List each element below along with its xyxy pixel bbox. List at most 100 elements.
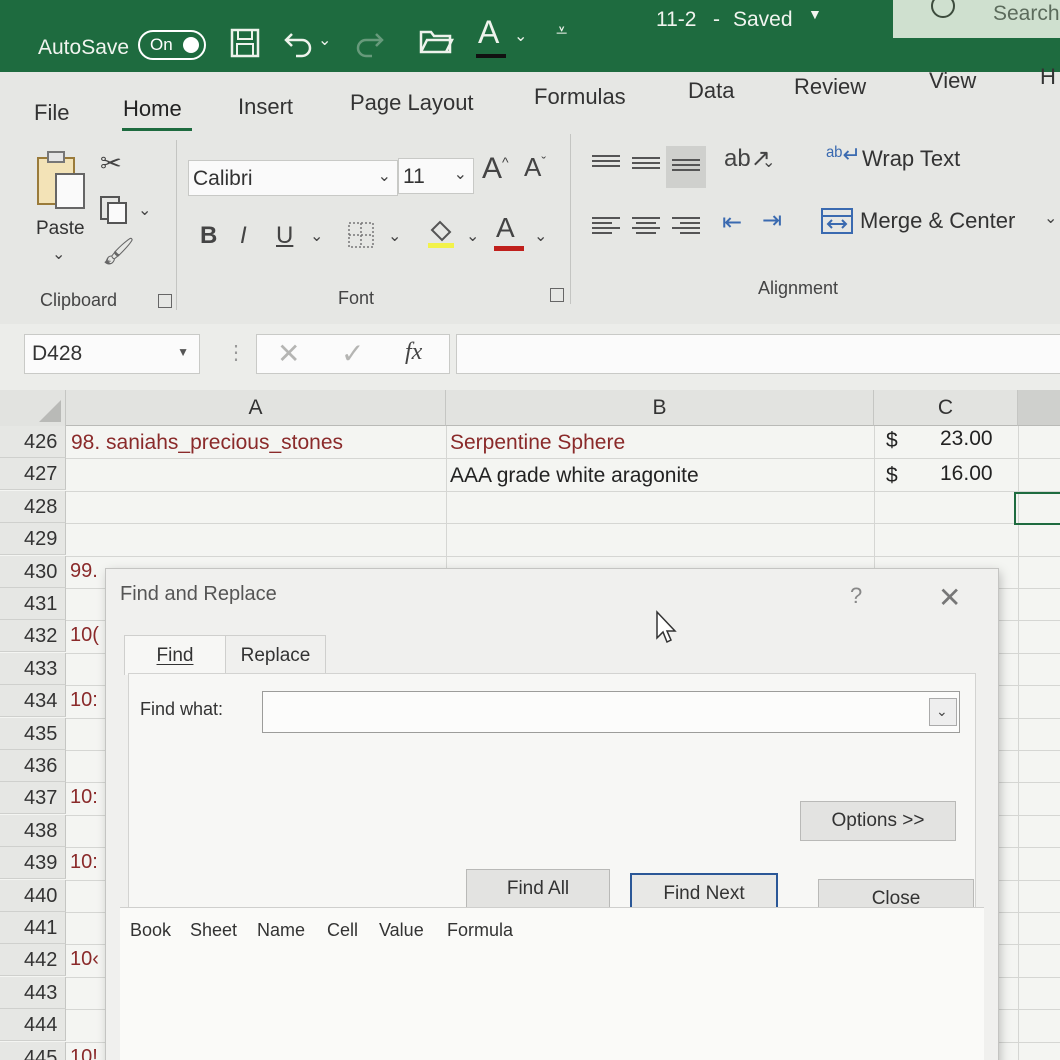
- results-list[interactable]: Book Sheet Name Cell Value Formula: [120, 907, 984, 1060]
- row-header[interactable]: 441: [0, 912, 66, 944]
- row-header[interactable]: 444: [0, 1009, 66, 1042]
- row-header[interactable]: 438: [0, 814, 66, 847]
- wrap-text-icon[interactable]: ᵃᵇ↵: [826, 142, 861, 168]
- merge-center-chevron-icon[interactable]: ⌄: [1044, 208, 1057, 228]
- cell-a-partial[interactable]: 10(: [70, 624, 99, 647]
- font-color-chevron-icon[interactable]: ⌄: [514, 26, 527, 46]
- row-header[interactable]: 442: [0, 944, 66, 977]
- tab-formulas[interactable]: Formulas: [534, 84, 626, 110]
- cancel-entry-icon[interactable]: ✕: [277, 337, 300, 370]
- borders-icon[interactable]: [346, 220, 376, 255]
- row-header[interactable]: 432: [0, 620, 66, 653]
- row-header[interactable]: 445: [0, 1041, 66, 1060]
- cell-a-partial[interactable]: 10:: [70, 786, 98, 809]
- saved-status-chevron-icon[interactable]: ▼: [808, 6, 822, 22]
- align-center-icon[interactable]: [632, 214, 660, 238]
- font-size-combo[interactable]: 11 ⌄: [398, 158, 474, 194]
- row-header[interactable]: 427: [0, 458, 66, 491]
- select-all-corner[interactable]: [0, 390, 66, 426]
- tab-review[interactable]: Review: [794, 74, 866, 100]
- dialog-help-button[interactable]: ?: [850, 583, 862, 609]
- find-all-button[interactable]: Find All: [466, 869, 610, 909]
- tab-page-layout[interactable]: Page Layout: [350, 90, 474, 116]
- underline-chevron-icon[interactable]: ⌄: [310, 226, 323, 246]
- options-button[interactable]: Options >>: [800, 801, 956, 841]
- column-header-d[interactable]: [1018, 390, 1060, 426]
- paste-icon[interactable]: [34, 150, 90, 217]
- font-color-quick-icon[interactable]: A: [478, 14, 499, 51]
- italic-button[interactable]: I: [240, 222, 247, 250]
- cell-a426[interactable]: 98. saniahs_precious_stones: [71, 431, 343, 455]
- bottom-align-icon[interactable]: [672, 156, 700, 180]
- cell-a-partial[interactable]: 10‹: [70, 948, 99, 971]
- grow-font-icon[interactable]: A^: [482, 152, 509, 186]
- tab-replace[interactable]: Replace: [226, 635, 326, 675]
- results-col-formula[interactable]: Formula: [447, 920, 513, 941]
- row-header[interactable]: 443: [0, 976, 66, 1009]
- format-painter-icon[interactable]: 🖌: [102, 236, 135, 267]
- cut-icon[interactable]: ✂: [100, 148, 122, 179]
- column-header-b[interactable]: B: [446, 390, 874, 426]
- cell-c427[interactable]: 16.00: [940, 462, 993, 486]
- top-align-icon[interactable]: [592, 152, 620, 176]
- column-header-c[interactable]: C: [874, 390, 1018, 426]
- find-what-input[interactable]: ⌄: [262, 691, 960, 733]
- results-col-sheet[interactable]: Sheet: [190, 920, 237, 941]
- row-header[interactable]: 437: [0, 782, 66, 815]
- save-icon[interactable]: [228, 26, 262, 67]
- cell-a-partial[interactable]: 10:: [70, 851, 98, 874]
- cell-c426[interactable]: 23.00: [940, 427, 993, 451]
- row-header[interactable]: 430: [0, 555, 66, 588]
- cell-b426[interactable]: Serpentine Sphere: [450, 431, 625, 455]
- row-header[interactable]: 440: [0, 879, 66, 912]
- row-header[interactable]: 431: [0, 588, 66, 620]
- merge-center-icon[interactable]: [820, 206, 854, 241]
- undo-dropdown-chevron-icon[interactable]: ⌄: [318, 30, 331, 50]
- results-col-book[interactable]: Book: [130, 920, 171, 941]
- shrink-font-icon[interactable]: Aˇ: [524, 152, 546, 183]
- row-header[interactable]: 433: [0, 652, 66, 685]
- borders-chevron-icon[interactable]: ⌄: [388, 226, 401, 246]
- saved-status[interactable]: Saved: [733, 8, 793, 32]
- tab-help[interactable]: H: [1040, 64, 1056, 90]
- results-col-value[interactable]: Value: [379, 920, 424, 941]
- tab-insert[interactable]: Insert: [238, 94, 293, 120]
- tab-home[interactable]: Home: [123, 96, 182, 122]
- align-right-icon[interactable]: [672, 214, 700, 238]
- decrease-indent-icon[interactable]: ⇤: [722, 208, 742, 237]
- search-box[interactable]: Search: [893, 0, 1060, 38]
- open-folder-icon[interactable]: [418, 26, 455, 63]
- paste-label[interactable]: Paste: [36, 218, 85, 240]
- tab-data[interactable]: Data: [688, 78, 734, 104]
- redo-icon[interactable]: [352, 24, 386, 65]
- formula-input[interactable]: [456, 334, 1060, 374]
- fill-color-chevron-icon[interactable]: ⌄: [466, 226, 479, 246]
- wrap-text-button[interactable]: Wrap Text: [862, 146, 960, 172]
- font-color-icon[interactable]: A: [496, 212, 515, 244]
- results-col-cell[interactable]: Cell: [327, 920, 358, 941]
- row-header[interactable]: 428: [0, 490, 66, 523]
- cell-a-partial[interactable]: 10!: [70, 1046, 98, 1060]
- font-color-chevron-icon-2[interactable]: ⌄: [534, 226, 547, 246]
- row-header[interactable]: 439: [0, 847, 66, 880]
- underline-button[interactable]: U: [276, 222, 293, 250]
- tab-view[interactable]: View: [929, 68, 976, 94]
- row-header[interactable]: 429: [0, 523, 66, 556]
- row-header[interactable]: 436: [0, 750, 66, 782]
- customize-toolbar-icon[interactable]: ⩡: [556, 20, 567, 43]
- merge-center-button[interactable]: Merge & Center: [860, 208, 1015, 234]
- paste-chevron-icon[interactable]: ⌄: [52, 244, 65, 264]
- cell-a-partial[interactable]: 99.: [70, 560, 98, 583]
- font-launcher-icon[interactable]: [550, 288, 564, 302]
- copy-icon[interactable]: [98, 194, 130, 231]
- results-col-name[interactable]: Name: [257, 920, 305, 941]
- tab-file[interactable]: File: [34, 100, 69, 126]
- align-left-icon[interactable]: [592, 214, 620, 238]
- autosave-toggle[interactable]: On: [138, 30, 206, 60]
- bold-button[interactable]: B: [200, 222, 217, 250]
- cell-a-partial[interactable]: 10:: [70, 689, 98, 712]
- copy-chevron-icon[interactable]: ⌄: [138, 200, 151, 220]
- dialog-close-icon[interactable]: ✕: [938, 581, 961, 614]
- name-box[interactable]: D428 ▼: [24, 334, 200, 374]
- middle-align-icon[interactable]: [632, 154, 660, 178]
